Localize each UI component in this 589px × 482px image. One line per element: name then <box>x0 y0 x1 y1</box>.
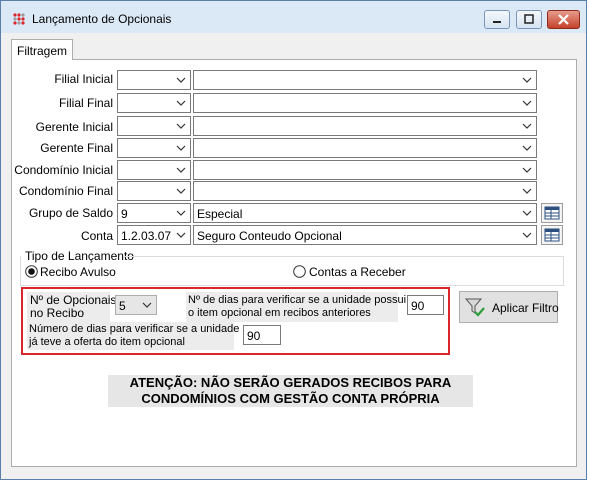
gerente-final-desc-combo[interactable] <box>193 138 537 158</box>
filter-icon <box>464 298 485 317</box>
chevron-down-icon <box>142 302 152 308</box>
conta-desc-combo[interactable]: Seguro Conteudo Opcional <box>193 225 537 245</box>
chevron-down-icon <box>176 232 186 238</box>
gerente-final-label: Gerente Final <box>40 141 113 155</box>
conta-lookup-button[interactable] <box>541 225 563 245</box>
filial-final-label: Filial Final <box>58 96 113 110</box>
chevron-down-icon <box>522 100 532 106</box>
dias-oferta-label: Número de dias para verificar se a unida… <box>29 323 240 348</box>
filial-final-desc-combo[interactable] <box>193 93 537 113</box>
minimize-icon <box>493 21 501 23</box>
close-icon <box>558 14 569 25</box>
grupo-saldo-desc-combo[interactable]: Especial <box>193 203 537 223</box>
conta-label: Conta <box>80 229 113 243</box>
maximize-icon <box>524 14 534 24</box>
chevron-down-icon <box>176 77 186 83</box>
table-lookup-icon <box>544 228 560 242</box>
recibo-avulso-label[interactable]: Recibo Avulso <box>40 265 116 279</box>
condominio-final-desc-combo[interactable] <box>193 181 537 201</box>
condominio-final-label: Condomínio Final <box>18 184 113 198</box>
maximize-button[interactable] <box>516 10 542 29</box>
n-opcionais-combo[interactable]: 5 <box>115 295 157 315</box>
chevron-down-icon <box>522 145 532 151</box>
condominio-inicial-label: Condomínio Inicial <box>14 163 113 177</box>
chevron-down-icon <box>176 210 186 216</box>
tab-label: Filtragem <box>17 44 68 58</box>
chevron-down-icon <box>522 210 532 216</box>
close-button[interactable] <box>547 10 580 29</box>
grupo-saldo-label: Grupo de Saldo <box>28 206 113 220</box>
warning-line-2: CONDOMÍNIOS COM GESTÃO CONTA PRÓPRIA <box>108 391 473 407</box>
chevron-down-icon <box>176 123 186 129</box>
filial-final-code-combo[interactable] <box>117 93 191 113</box>
aplicar-filtro-button[interactable]: Aplicar Filtro <box>459 291 559 323</box>
chevron-down-icon <box>176 100 186 106</box>
condominio-final-code-combo[interactable] <box>117 181 191 201</box>
chevron-down-icon <box>522 77 532 83</box>
chevron-down-icon <box>176 188 186 194</box>
chevron-down-icon <box>522 232 532 238</box>
app-icon <box>13 13 25 25</box>
gerente-final-code-combo[interactable] <box>117 138 191 158</box>
grupo-saldo-code-combo[interactable]: 9 <box>117 203 191 223</box>
tab-filtragem[interactable]: Filtragem <box>11 39 73 60</box>
radio-checked-icon <box>25 265 38 278</box>
chevron-down-icon <box>176 145 186 151</box>
n-opcionais-label: Nº de Opcionais no Recibo <box>30 293 117 320</box>
chevron-down-icon <box>522 123 532 129</box>
recibo-avulso-radio[interactable] <box>25 265 38 278</box>
dias-oferta-input[interactable]: 90 <box>243 325 281 345</box>
chevron-down-icon <box>522 167 532 173</box>
warning-line-1: ATENÇÃO: NÃO SERÃO GERADOS RECIBOS PARA <box>108 375 473 391</box>
condominio-inicial-code-combo[interactable] <box>117 160 191 180</box>
gerente-inicial-code-combo[interactable] <box>117 116 191 136</box>
contas-receber-radio[interactable] <box>293 265 306 278</box>
minimize-button[interactable] <box>484 10 510 29</box>
chevron-down-icon <box>522 188 532 194</box>
filial-inicial-label: Filial Inicial <box>54 72 113 86</box>
radio-unchecked-icon <box>293 265 306 278</box>
grupo-saldo-lookup-button[interactable] <box>541 203 563 223</box>
filial-inicial-code-combo[interactable] <box>117 70 191 90</box>
gerente-inicial-label: Gerente Inicial <box>35 120 113 134</box>
window-title: Lançamento de Opcionais <box>32 12 172 26</box>
table-lookup-icon <box>544 206 560 220</box>
dias-unidade-label: Nº de dias para verificar se a unidade p… <box>188 294 407 319</box>
filial-inicial-desc-combo[interactable] <box>193 70 537 90</box>
gerente-inicial-desc-combo[interactable] <box>193 116 537 136</box>
chevron-down-icon <box>176 167 186 173</box>
dias-unidade-input[interactable]: 90 <box>407 295 444 315</box>
aplicar-filtro-label: Aplicar Filtro <box>492 301 559 315</box>
conta-code-combo[interactable]: 1.2.03.07 <box>117 225 191 245</box>
condominio-inicial-desc-combo[interactable] <box>193 160 537 180</box>
contas-receber-label[interactable]: Contas a Receber <box>309 265 406 279</box>
